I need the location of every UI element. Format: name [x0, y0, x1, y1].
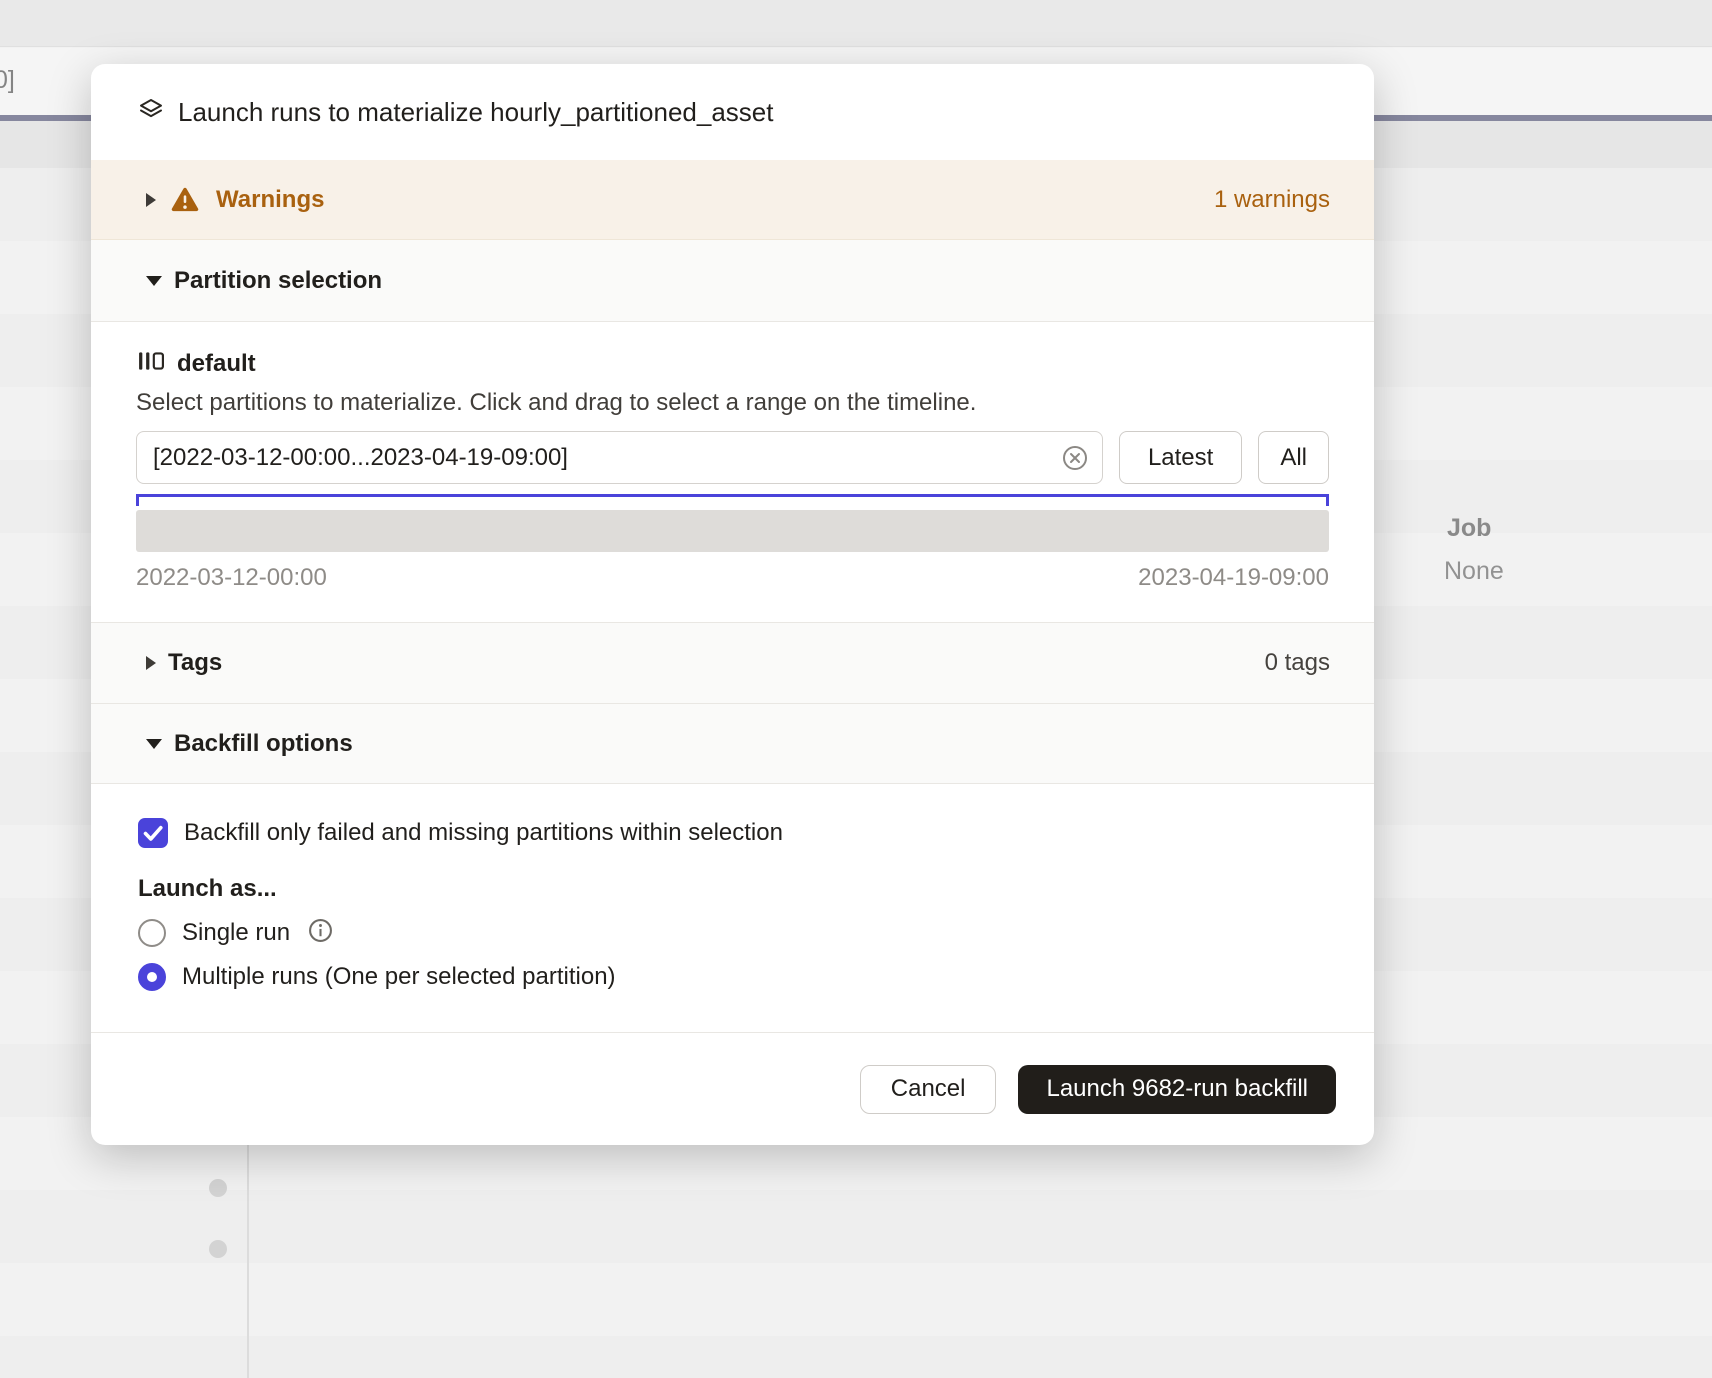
- partition-set-icon: [138, 348, 164, 379]
- all-button[interactable]: All: [1258, 431, 1329, 484]
- partition-dimension-name: default: [177, 350, 256, 378]
- backfill-checkbox-label[interactable]: Backfill only failed and missing partiti…: [184, 819, 783, 847]
- timeline-range-labels: 2022-03-12-00:00 2023-04-19-09:00: [136, 564, 1329, 592]
- range-start-label: 2022-03-12-00:00: [136, 564, 327, 592]
- backfill-options-section-header[interactable]: Backfill options: [91, 704, 1374, 784]
- range-end-label: 2023-04-19-09:00: [1138, 564, 1329, 592]
- multiple-runs-option: Multiple runs (One per selected partitio…: [138, 963, 1374, 991]
- partition-range-input-wrap: [136, 431, 1103, 484]
- partition-selection-body: default Select partitions to materialize…: [91, 322, 1374, 622]
- partition-range-input[interactable]: [136, 431, 1103, 484]
- partition-dimension-row: default: [91, 322, 1374, 379]
- single-run-radio[interactable]: [138, 919, 166, 947]
- info-icon[interactable]: [308, 918, 333, 948]
- warnings-section-header[interactable]: Warnings 1 warnings: [91, 160, 1374, 240]
- backfill-checkbox-row: Backfill only failed and missing partiti…: [138, 818, 1374, 848]
- latest-button[interactable]: Latest: [1119, 431, 1242, 484]
- dialog-title: Launch runs to materialize hourly_partit…: [178, 97, 773, 128]
- warning-triangle-icon: [171, 187, 199, 212]
- partition-help-text: Select partitions to materialize. Click …: [136, 389, 1329, 417]
- screen: 0] Job None Launch runs to materialize h…: [0, 0, 1712, 1378]
- warnings-count: 1 warnings: [1214, 186, 1330, 214]
- backfill-options-body: Backfill only failed and missing partiti…: [91, 784, 1374, 1032]
- backfill-options-label: Backfill options: [174, 730, 353, 758]
- multiple-runs-radio[interactable]: [138, 963, 166, 991]
- caret-down-icon: [146, 739, 162, 749]
- checkmark-icon: [138, 818, 168, 848]
- launch-backfill-button[interactable]: Launch 9682-run backfill: [1018, 1065, 1336, 1114]
- dialog-footer: Cancel Launch 9682-run backfill: [91, 1032, 1374, 1145]
- materialize-layers-icon: [138, 97, 164, 128]
- timeline-selection-bracket: [136, 494, 1329, 506]
- dialog-header: Launch runs to materialize hourly_partit…: [91, 64, 1374, 160]
- partition-timeline[interactable]: [136, 494, 1329, 552]
- launch-as-label: Launch as...: [138, 875, 1374, 903]
- single-run-label[interactable]: Single run: [182, 919, 290, 947]
- backfill-only-failed-checkbox[interactable]: [138, 818, 168, 848]
- launch-runs-dialog: Launch runs to materialize hourly_partit…: [91, 64, 1374, 1145]
- tags-label: Tags: [168, 649, 222, 677]
- tags-section-header[interactable]: Tags 0 tags: [91, 622, 1374, 704]
- partition-selection-section-header[interactable]: Partition selection: [91, 240, 1374, 322]
- caret-right-icon: [146, 656, 156, 670]
- partition-selection-label: Partition selection: [174, 267, 382, 295]
- multiple-runs-label[interactable]: Multiple runs (One per selected partitio…: [182, 963, 616, 991]
- cancel-button[interactable]: Cancel: [860, 1065, 997, 1114]
- caret-right-icon: [146, 193, 156, 207]
- warnings-label: Warnings: [216, 186, 324, 214]
- timeline-bar[interactable]: [136, 510, 1329, 552]
- tags-count: 0 tags: [1265, 649, 1330, 677]
- single-run-option: Single run: [138, 918, 1374, 948]
- partition-range-row: Latest All: [136, 431, 1329, 484]
- clear-input-icon[interactable]: [1061, 444, 1089, 472]
- caret-down-icon: [146, 276, 162, 286]
